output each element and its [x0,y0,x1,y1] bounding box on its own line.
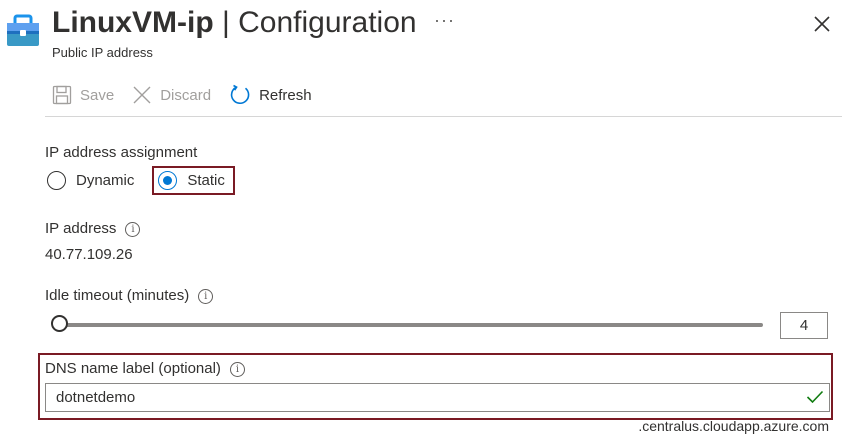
idle-timeout-label: Idle timeout (minutes) [45,287,190,304]
dns-suffix: .centralus.cloudapp.azure.com [638,418,829,434]
page-title: LinuxVM-ip | Configuration [52,4,417,42]
toolbar-divider [45,116,842,117]
radio-static-circle[interactable] [158,171,178,190]
refresh-button[interactable]: Refresh [229,84,312,106]
save-label: Save [80,86,115,104]
idle-timeout-label-row: Idle timeout (minutes) i [45,287,214,304]
resource-name: LinuxVM-ip [52,6,214,39]
radio-dynamic[interactable]: Dynamic [45,169,140,192]
ip-address-info-icon[interactable]: i [125,221,141,237]
dns-name-input[interactable]: dotnetdemo [45,383,830,412]
idle-timeout-slider-thumb[interactable] [51,315,68,332]
dns-label-row: DNS name label (optional) i [45,360,245,377]
idle-timeout-input[interactable]: 4 [780,312,828,339]
refresh-label: Refresh [259,86,312,104]
more-options-button[interactable]: ··· [434,10,455,31]
blade-name: Configuration [238,6,417,39]
save-icon [52,85,72,105]
title-separator: | [213,6,239,39]
radio-dynamic-label: Dynamic [76,172,135,189]
save-button[interactable]: Save [52,85,114,105]
valid-check-icon [806,390,824,404]
command-bar: Save Discard Refresh [52,80,312,110]
discard-button[interactable]: Discard [132,85,211,105]
refresh-icon [230,84,250,105]
radio-static-label: Static [187,172,225,189]
idle-timeout-slider-track[interactable] [57,323,763,327]
ip-address-label: IP address [45,220,117,237]
radio-dynamic-circle[interactable] [47,171,66,190]
close-icon [814,16,830,32]
discard-icon [133,86,151,104]
discard-label: Discard [160,86,212,104]
ip-address-value: 40.77.109.26 [45,246,133,263]
dns-info-icon[interactable]: i [229,361,245,377]
ip-address-label-row: IP address i [45,220,141,237]
radio-static[interactable]: Static [152,166,235,195]
page-subtitle: Public IP address [52,45,153,60]
ip-assignment-radio-group: Dynamic Static [45,166,235,195]
ip-assignment-label: IP address assignment [45,144,198,161]
public-ip-resource-icon [6,14,40,48]
dns-label: DNS name label (optional) [45,360,221,377]
close-button[interactable] [810,12,834,36]
idle-timeout-info-icon[interactable]: i [198,288,214,304]
